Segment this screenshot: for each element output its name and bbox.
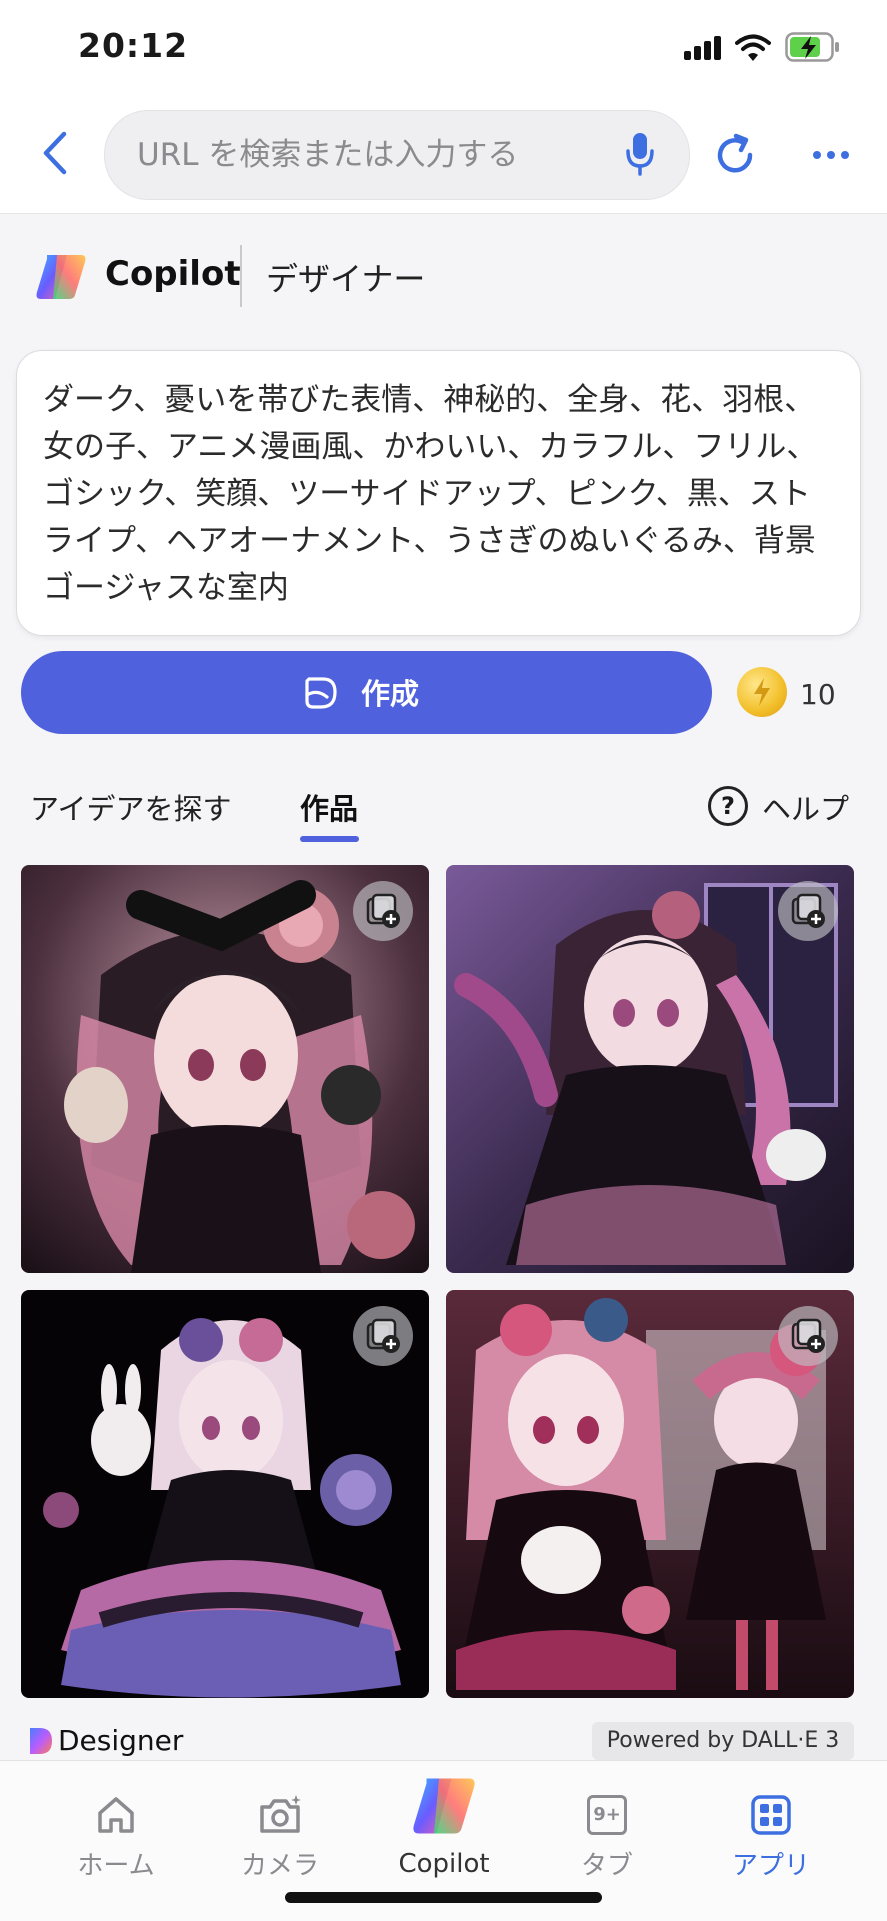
home-icon (98, 1797, 134, 1833)
nav-home-label: ホーム (77, 1851, 155, 1881)
copilot-nav-icon (413, 1778, 475, 1834)
generated-image-4[interactable] (446, 1290, 854, 1698)
nav-copilot-label: Copilot (398, 1849, 490, 1879)
add-collection-icon (791, 893, 825, 928)
microphone-icon[interactable] (625, 131, 655, 177)
active-tab-indicator (300, 836, 359, 842)
powered-by-badge: Powered by DALL·E 3 (592, 1722, 854, 1760)
copilot-title: Copilot (105, 254, 241, 294)
nav-apps-label: アプリ (731, 1851, 810, 1881)
status-bar: 20:12 (0, 0, 887, 100)
designer-logo-icon (30, 1728, 52, 1754)
back-arrow-icon[interactable] (38, 130, 72, 176)
nav-home[interactable]: ホーム (46, 1779, 186, 1881)
add-collection-icon (366, 1318, 400, 1353)
help-question-icon: ? (708, 786, 748, 826)
add-to-collection-button[interactable] (778, 1306, 838, 1366)
nav-tabs-label: タブ (580, 1851, 633, 1881)
create-button[interactable]: 作成 (21, 651, 712, 734)
nav-tabs[interactable]: 9+ タブ (537, 1779, 677, 1881)
battery-charging-icon (785, 32, 839, 62)
designer-label: Designer (58, 1724, 184, 1757)
apps-grid-icon (751, 1795, 791, 1835)
create-button-label: 作成 (361, 677, 420, 711)
copilot-logo-icon (36, 255, 86, 299)
boost-count: 10 (800, 678, 836, 711)
header-divider (240, 245, 242, 307)
nav-camera[interactable]: カメラ (210, 1779, 350, 1881)
add-to-collection-button[interactable] (778, 881, 838, 941)
nav-copilot[interactable]: Copilot (374, 1761, 514, 1891)
generated-image-3[interactable] (21, 1290, 429, 1698)
tab-explore-ideas[interactable]: アイデアを探す (30, 786, 232, 828)
wifi-icon (735, 34, 771, 61)
add-collection-icon (791, 1318, 825, 1353)
nav-camera-label: カメラ (240, 1851, 319, 1881)
tabs-count-icon: 9+ (587, 1795, 627, 1835)
camera-icon (260, 1795, 301, 1833)
home-indicator (285, 1892, 602, 1903)
add-to-collection-button[interactable] (353, 1306, 413, 1366)
designer-create-icon (305, 677, 337, 709)
prompt-input[interactable]: ダーク、憂いを帯びた表情、神秘的、全身、花、羽根、女の子、アニメ漫画風、かわいい… (43, 377, 833, 635)
generated-image-1[interactable] (21, 865, 429, 1273)
designer-section-title: デザイナー (266, 260, 426, 298)
add-collection-icon (366, 893, 400, 928)
browser-toolbar (0, 100, 887, 214)
reload-icon[interactable] (712, 132, 758, 178)
copilot-header: Copilot デザイナー (0, 213, 887, 343)
more-options-icon[interactable] (812, 150, 850, 160)
add-to-collection-button[interactable] (353, 881, 413, 941)
generated-image-2[interactable] (446, 865, 854, 1273)
prompt-box[interactable]: ダーク、憂いを帯びた表情、神秘的、全身、花、羽根、女の子、アニメ漫画風、かわいい… (16, 350, 861, 636)
tab-creations[interactable]: 作品 (300, 786, 358, 828)
boost-coin-icon[interactable] (737, 667, 787, 717)
nav-apps[interactable]: アプリ (701, 1779, 841, 1881)
help-label: ヘルプ (762, 792, 850, 826)
status-time: 20:12 (78, 26, 189, 65)
cellular-signal-icon (684, 36, 724, 60)
url-input[interactable] (137, 111, 597, 199)
address-bar[interactable] (104, 110, 690, 200)
